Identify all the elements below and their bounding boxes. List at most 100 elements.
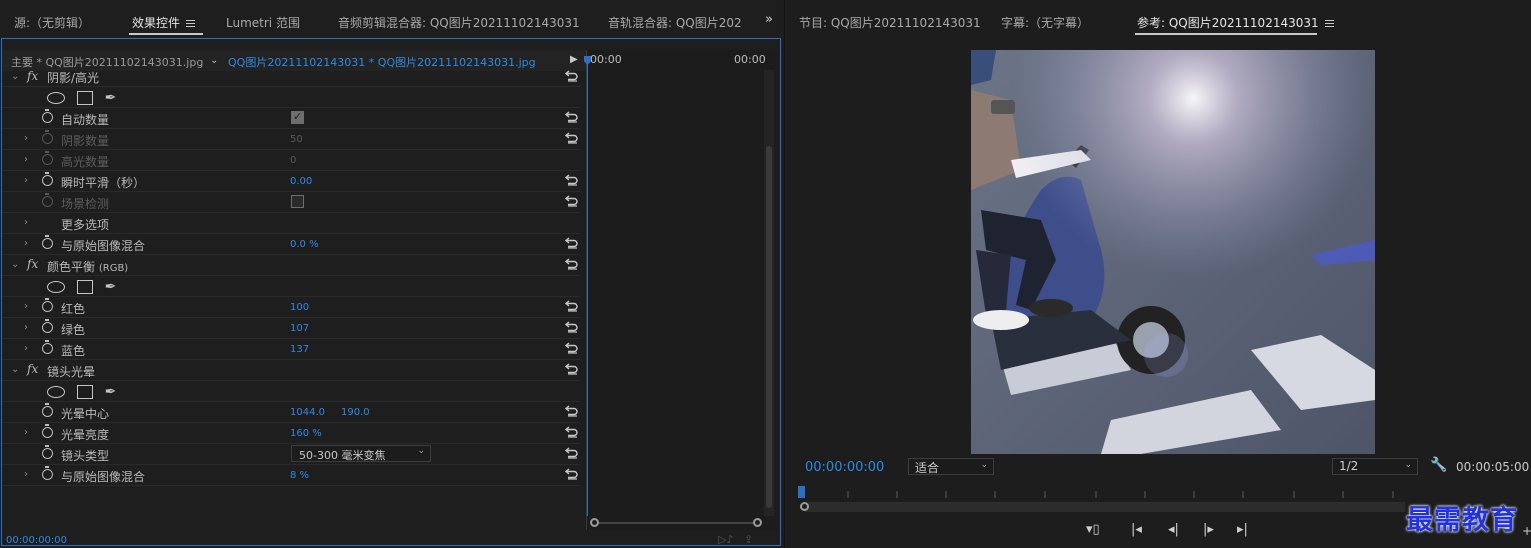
wrench-icon[interactable]: 🔧 [1430, 457, 1447, 473]
zoom-track[interactable] [805, 502, 1405, 512]
stopwatch-icon[interactable] [42, 235, 53, 249]
zoom-bar[interactable] [595, 522, 757, 524]
stopwatch-icon[interactable] [42, 340, 53, 354]
reset-icon[interactable] [564, 193, 579, 207]
current-time-readout[interactable]: 00:00:00:00 [6, 535, 67, 546]
param-value[interactable]: 0.0 % [290, 239, 319, 250]
pen-mask-icon[interactable]: ✒ [105, 384, 117, 400]
reset-icon[interactable] [564, 235, 579, 249]
step-back-icon[interactable]: |◂ [1131, 522, 1142, 537]
stopwatch-icon[interactable] [42, 445, 53, 459]
chevron-down-icon[interactable]: ⌄ [11, 71, 21, 82]
playhead-line[interactable] [587, 60, 588, 516]
panel-menu-icon[interactable] [186, 18, 196, 29]
rectangle-mask-icon[interactable] [76, 91, 93, 105]
reset-icon[interactable] [564, 403, 579, 417]
effect-timeline-area[interactable] [586, 50, 779, 530]
export-icon[interactable]: ⇪ [744, 533, 753, 546]
effect-header-color-balance[interactable]: ⌄ fx 颜色平衡 (RGB) [2, 255, 580, 276]
chevron-right-icon[interactable]: › [24, 322, 34, 333]
param-value[interactable]: 8 % [290, 470, 309, 481]
param-value[interactable]: 100 [290, 302, 309, 313]
program-playhead[interactable] [798, 486, 805, 498]
fx-icon[interactable]: fx [27, 69, 38, 83]
reset-icon[interactable] [564, 172, 579, 186]
play-forward-icon[interactable]: |▸ [1203, 522, 1214, 537]
chevron-right-icon[interactable]: › [24, 238, 34, 249]
vertical-scrollbar[interactable] [764, 70, 774, 516]
stopwatch-icon[interactable] [42, 466, 53, 480]
zoom-scrollbar[interactable] [590, 518, 762, 528]
play-triangle-icon[interactable]: ▶ [570, 54, 578, 65]
tab-reference[interactable]: 参考: QQ图片20211102143031 [1137, 14, 1334, 31]
chevron-right-icon[interactable]: › [24, 133, 34, 144]
reset-icon[interactable] [564, 298, 579, 312]
stopwatch-icon[interactable] [42, 172, 53, 186]
reset-icon[interactable] [564, 340, 579, 354]
reset-icon[interactable] [564, 445, 579, 459]
reset-icon[interactable] [564, 466, 579, 480]
reset-icon[interactable] [564, 109, 579, 123]
auto-amounts-checkbox[interactable] [291, 110, 304, 124]
ellipse-mask-icon[interactable] [47, 92, 65, 104]
chevron-right-icon[interactable]: › [24, 469, 34, 480]
chevron-down-icon[interactable]: ⌄ [11, 259, 21, 270]
chevron-right-icon[interactable]: › [24, 175, 34, 186]
chevron-right-icon[interactable]: › [24, 301, 34, 312]
ellipse-mask-icon[interactable] [47, 281, 65, 293]
zoom-handle-right[interactable] [753, 518, 762, 527]
marker-icon[interactable]: ▾▯ [1086, 522, 1100, 537]
chevron-down-icon[interactable]: ⌄ [11, 364, 21, 375]
lens-type-select[interactable]: 50-300 毫米变焦 ⌄ [291, 445, 431, 462]
video-preview[interactable] [971, 50, 1375, 454]
program-current-time[interactable]: 00:00:00:00 [805, 460, 884, 475]
tab-captions[interactable]: 字幕:（无字幕） [1001, 14, 1089, 31]
ellipse-mask-icon[interactable] [47, 386, 65, 398]
effect-header-shadow-highlight[interactable]: ⌄ fx 阴影/高光 [2, 67, 580, 87]
zoom-handle-left[interactable] [800, 502, 809, 511]
step-forward-icon[interactable]: ▸| [1237, 522, 1248, 537]
panel-menu-icon[interactable] [1324, 18, 1334, 29]
scene-detect-checkbox[interactable] [291, 195, 304, 208]
audio-filter-icon[interactable]: ▷♪ [718, 533, 733, 546]
param-value[interactable]: 107 [290, 323, 309, 334]
stopwatch-icon[interactable] [42, 298, 53, 312]
tab-lumetri-scopes[interactable]: Lumetri 范围 [226, 14, 300, 31]
param-value[interactable]: 137 [290, 344, 309, 355]
reset-icon[interactable] [564, 68, 579, 82]
tab-effect-controls[interactable]: 效果控件 [132, 14, 196, 31]
reset-icon[interactable] [564, 319, 579, 333]
resolution-select[interactable]: 1/2 ⌄ [1332, 458, 1418, 475]
param-value[interactable]: 0.00 [290, 176, 312, 187]
zoom-handle-left[interactable] [590, 518, 599, 527]
tab-audio-track-mixer[interactable]: 音轨混合器: QQ图片202 [608, 14, 742, 31]
stopwatch-icon[interactable] [42, 109, 53, 123]
tab-audio-clip-mixer[interactable]: 音频剪辑混合器: QQ图片20211102143031 [338, 14, 580, 31]
tab-source[interactable]: 源:（无剪辑） [14, 14, 90, 31]
pen-mask-icon[interactable]: ✒ [105, 90, 117, 106]
fx-icon[interactable]: fx [27, 257, 38, 271]
chevron-right-icon[interactable]: › [24, 154, 34, 165]
rectangle-mask-icon[interactable] [76, 385, 93, 399]
rectangle-mask-icon[interactable] [76, 280, 93, 294]
chevron-right-icon[interactable]: › [24, 427, 34, 438]
reset-icon[interactable] [564, 361, 579, 375]
reset-icon[interactable] [564, 256, 579, 270]
chevron-down-icon[interactable]: ⌄ [210, 55, 218, 66]
fx-icon[interactable]: fx [27, 362, 38, 376]
param-value[interactable]: 160 % [290, 428, 322, 439]
param-value-y[interactable]: 190.0 [341, 407, 370, 418]
pen-mask-icon[interactable]: ✒ [105, 279, 117, 295]
effect-header-lens-flare[interactable]: ⌄ fx 镜头光晕 [2, 360, 580, 381]
param-value-x[interactable]: 1044.0 [290, 407, 325, 418]
play-reverse-icon[interactable]: ◂| [1168, 522, 1179, 537]
stopwatch-icon[interactable] [42, 424, 53, 438]
stopwatch-icon[interactable] [42, 319, 53, 333]
scrollbar-thumb[interactable] [766, 146, 772, 508]
chevron-right-icon[interactable]: › [24, 343, 34, 354]
tab-program[interactable]: 节目: QQ图片20211102143031 [799, 14, 981, 31]
more-tabs-icon[interactable]: » [765, 12, 773, 27]
reset-icon[interactable] [564, 130, 579, 144]
reset-icon[interactable] [564, 424, 579, 438]
plus-icon[interactable]: + [1522, 524, 1531, 538]
